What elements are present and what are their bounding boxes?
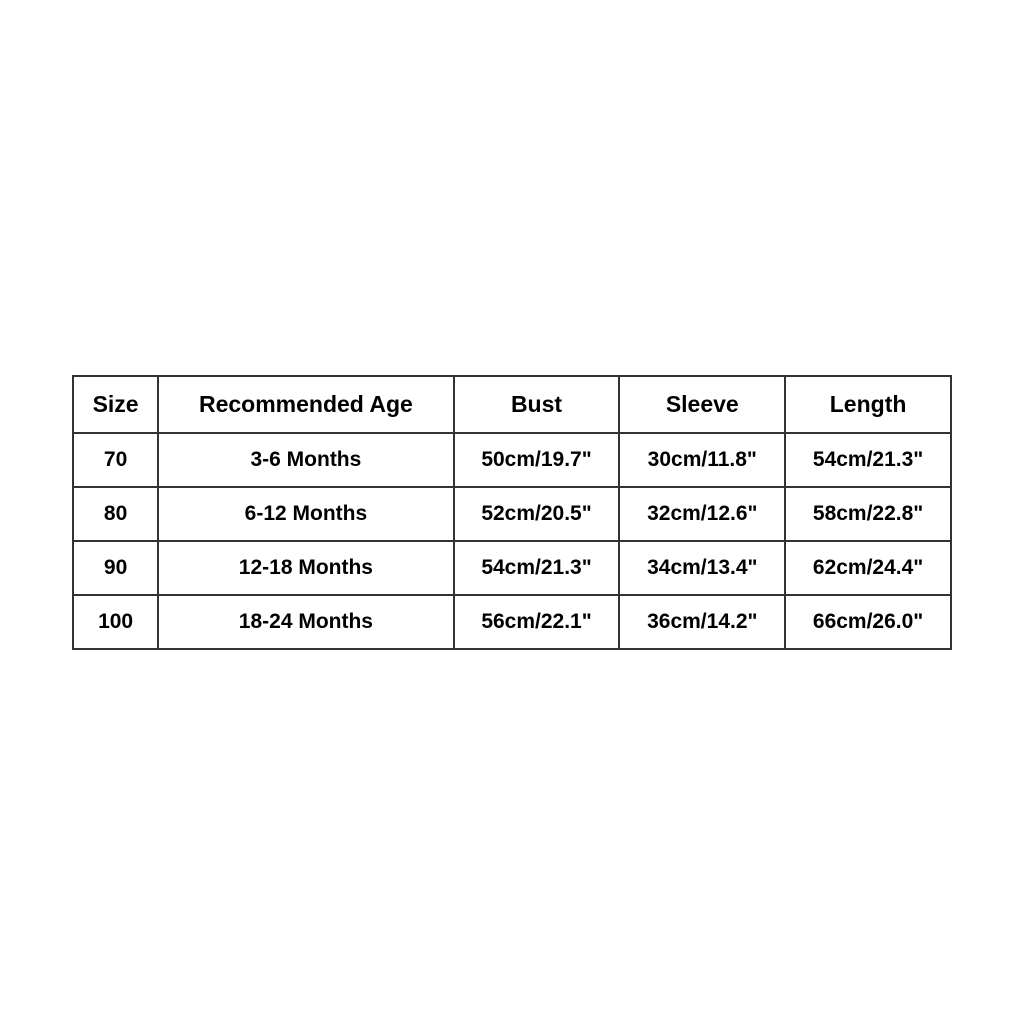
cell-sleeve: 32cm/12.6"	[619, 487, 785, 541]
cell-length: 58cm/22.8"	[785, 487, 951, 541]
cell-age: 12-18 Months	[158, 541, 453, 595]
cell-bust: 54cm/21.3"	[454, 541, 620, 595]
table-header-row: Size Recommended Age Bust Sleeve Length	[73, 376, 951, 433]
header-length: Length	[785, 376, 951, 433]
size-chart-table: Size Recommended Age Bust Sleeve Length …	[72, 375, 952, 650]
header-bust: Bust	[454, 376, 620, 433]
cell-length: 54cm/21.3"	[785, 433, 951, 487]
cell-length: 66cm/26.0"	[785, 595, 951, 649]
table-row: 10018-24 Months56cm/22.1"36cm/14.2"66cm/…	[73, 595, 951, 649]
cell-sleeve: 36cm/14.2"	[619, 595, 785, 649]
cell-size: 90	[73, 541, 158, 595]
cell-sleeve: 34cm/13.4"	[619, 541, 785, 595]
cell-length: 62cm/24.4"	[785, 541, 951, 595]
header-sleeve: Sleeve	[619, 376, 785, 433]
table-row: 806-12 Months52cm/20.5"32cm/12.6"58cm/22…	[73, 487, 951, 541]
cell-age: 3-6 Months	[158, 433, 453, 487]
table-row: 703-6 Months50cm/19.7"30cm/11.8"54cm/21.…	[73, 433, 951, 487]
header-recommended-age: Recommended Age	[158, 376, 453, 433]
table-row: 9012-18 Months54cm/21.3"34cm/13.4"62cm/2…	[73, 541, 951, 595]
header-size: Size	[73, 376, 158, 433]
cell-sleeve: 30cm/11.8"	[619, 433, 785, 487]
size-chart-container: Size Recommended Age Bust Sleeve Length …	[72, 375, 952, 650]
cell-bust: 56cm/22.1"	[454, 595, 620, 649]
cell-size: 70	[73, 433, 158, 487]
cell-size: 80	[73, 487, 158, 541]
cell-age: 18-24 Months	[158, 595, 453, 649]
cell-size: 100	[73, 595, 158, 649]
cell-bust: 52cm/20.5"	[454, 487, 620, 541]
cell-bust: 50cm/19.7"	[454, 433, 620, 487]
cell-age: 6-12 Months	[158, 487, 453, 541]
